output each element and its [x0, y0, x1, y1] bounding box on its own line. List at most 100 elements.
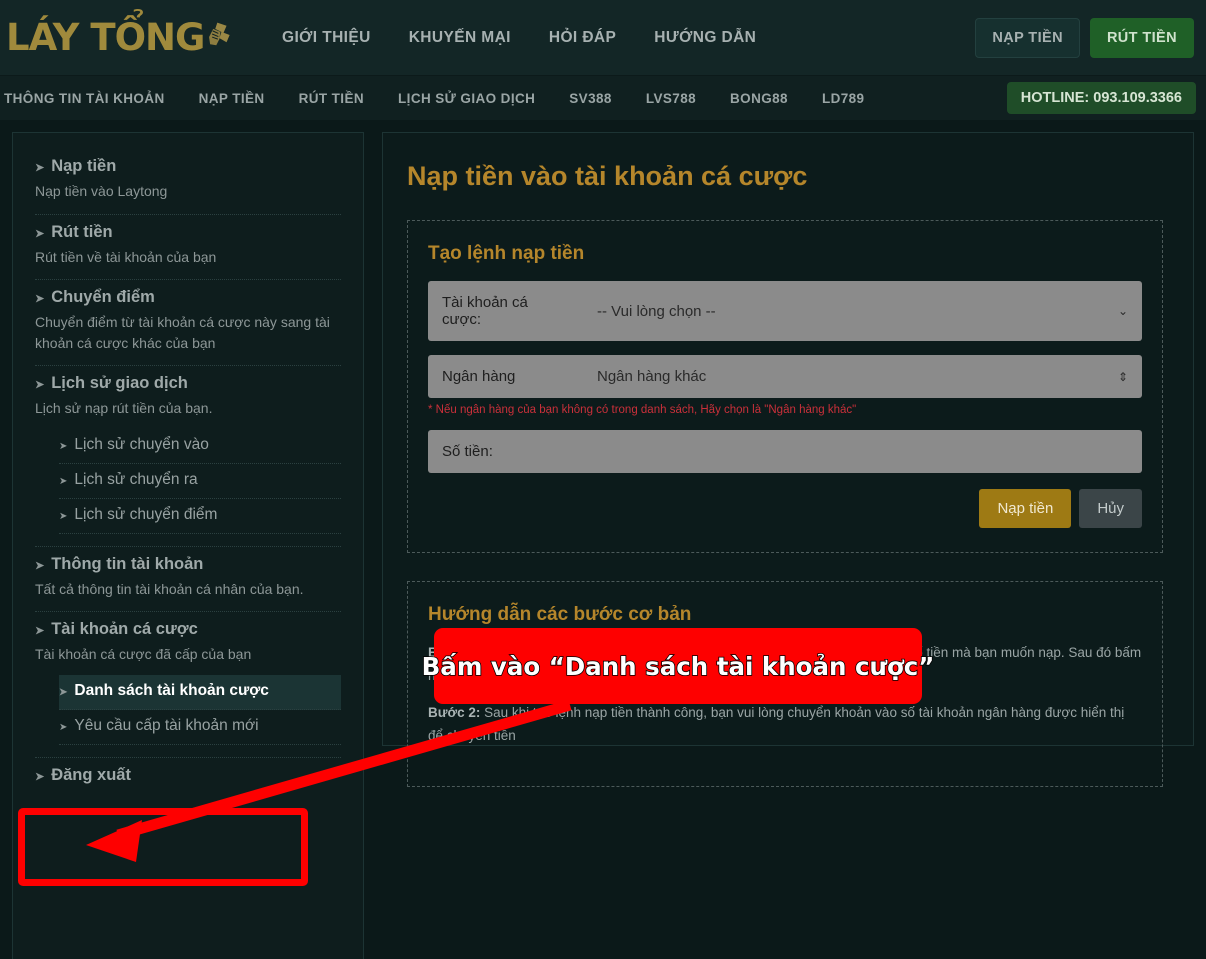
sidebar-block-chuyen-diem[interactable]: ➤ Chuyển điểm Chuyển điểm từ tài khoản c… — [35, 280, 341, 366]
caret-right-icon: ➤ — [59, 686, 68, 698]
sidebar-desc: Lịch sử nạp rút tiền của bạn. — [35, 400, 213, 417]
subnav-item-sv388[interactable]: SV388 — [569, 91, 612, 106]
header-withdraw-button[interactable]: RÚT TIỀN — [1089, 17, 1194, 58]
hotline-badge[interactable]: HOTLINE: 093.109.3366 — [1006, 82, 1196, 114]
sidebar-desc: Nạp tiền vào Laytong — [35, 183, 168, 200]
betting-account-value: -- Vui lòng chọn -- — [597, 302, 716, 320]
sidebar-item-rut-tien[interactable]: ➤ Rút tiền — [35, 221, 341, 243]
amount-field: Số tiền: — [428, 430, 1142, 473]
subnav-item-bong88[interactable]: BONG88 — [730, 91, 788, 106]
sidebar-item-tai-khoan-ca-cuoc[interactable]: ➤ Tài khoản cá cược — [35, 618, 341, 640]
caret-right-icon: ➤ — [35, 162, 45, 174]
account-sidebar: ➤ Nạp tiền Nạp tiền vào Laytong ➤ Rút ti… — [12, 132, 364, 959]
sidebar-subitem-label: Danh sách tài khoản cược — [74, 681, 269, 699]
caret-right-icon: ➤ — [59, 721, 68, 733]
sidebar-subitem-lich-su-chuyen-diem[interactable]: ➤ Lịch sử chuyển điểm — [59, 499, 341, 534]
subnav-item-ld789[interactable]: LD789 — [822, 91, 865, 106]
guide-title: Hướng dẫn các bước cơ bản — [428, 604, 692, 625]
caret-right-icon: ➤ — [35, 559, 45, 572]
sidebar-item-thong-tin-tai-khoan[interactable]: ➤ Thông tin tài khoản — [35, 553, 341, 575]
bank-select[interactable]: Ngân hàng khác ⇕ — [583, 355, 1142, 398]
sidebar-subitem-label: Lịch sử chuyển vào — [74, 435, 209, 453]
main-navigation: GIỚI THIỆU KHUYẾN MẠI HỎI ĐÁP HƯỚNG DẪN — [282, 29, 756, 47]
amount-label: Số tiền: — [428, 430, 583, 473]
cancel-button[interactable]: Hủy — [1079, 489, 1142, 528]
page-content: ➤ Nạp tiền Nạp tiền vào Laytong ➤ Rút ti… — [0, 120, 1206, 959]
caret-right-icon: ➤ — [35, 378, 45, 391]
subnav-item-lich-su-giao-dich[interactable]: LỊCH SỬ GIAO DỊCH — [398, 91, 535, 106]
annotation-callout-text: Bấm vào “Danh sách tài khoản cược” — [421, 651, 935, 682]
form-actions: Nạp tiền Hủy — [428, 489, 1142, 528]
chevron-down-icon: ⌄ — [1117, 304, 1128, 318]
sidebar-title-label: Rút tiền — [51, 222, 113, 241]
logo-text: LÁY TỔNG — [6, 16, 205, 59]
sidebar-subitem-label: Yêu cầu cấp tài khoản mới — [74, 716, 259, 734]
caret-right-icon: ➤ — [59, 440, 68, 452]
betting-account-label: Tài khoản cá cược: — [428, 281, 583, 341]
guide-step-2-prefix: Bước 2: — [428, 704, 481, 720]
page-root: LÁY TỔNG GIỚI THIỆU KHUYẾN MẠI HỎI ĐÁP H… — [0, 0, 1206, 959]
sidebar-block-dang-xuat[interactable]: ➤ Đăng xuất — [35, 758, 341, 798]
caret-right-icon: ➤ — [35, 227, 45, 240]
submit-deposit-button[interactable]: Nạp tiền — [979, 489, 1072, 528]
bank-field: Ngân hàng Ngân hàng khác ⇕ — [428, 355, 1142, 398]
sidebar-title-label: Lịch sử giao dịch — [51, 373, 188, 392]
deposit-form-card: Tạo lệnh nạp tiền Tài khoản cá cược: -- … — [407, 220, 1163, 553]
amount-input[interactable] — [583, 430, 1142, 473]
betting-account-field: Tài khoản cá cược: -- Vui lòng chọn -- ⌄ — [428, 281, 1142, 341]
money-hand-icon — [209, 22, 230, 45]
sidebar-subitem-label: Lịch sử chuyển điểm — [74, 505, 218, 523]
guide-step-2-text: Sau khi tạo lệnh nạp tiền thành công, bạ… — [428, 704, 1125, 743]
sidebar-block-lich-su-giao-dich[interactable]: ➤ Lịch sử giao dịch Lịch sử nạp rút tiền… — [35, 366, 341, 547]
nav-item-gioi-thieu[interactable]: GIỚI THIỆU — [282, 29, 371, 47]
sidebar-block-tai-khoan-ca-cuoc[interactable]: ➤ Tài khoản cá cược Tài khoản cá cược đã… — [35, 612, 341, 758]
sidebar-desc: Tài khoản cá cược đã cấp của bạn — [35, 646, 252, 663]
sidebar-subitem-danh-sach-tai-khoan-cuoc[interactable]: ➤ Danh sách tài khoản cược — [59, 674, 341, 710]
sidebar-desc: Chuyển điểm từ tài khoản cá cược này san… — [35, 314, 330, 351]
stepper-updown-icon: ⇕ — [1117, 369, 1128, 384]
sidebar-desc: Tất cả thông tin tài khoản cá nhân của b… — [35, 580, 304, 597]
site-logo[interactable]: LÁY TỔNG — [0, 0, 230, 75]
annotation-callout: Bấm vào “Danh sách tài khoản cược” — [421, 628, 935, 704]
sidebar-title-label: Tài khoản cá cược — [51, 620, 198, 639]
sidebar-subitem-yeu-cau-cap-tai-khoan-moi[interactable]: ➤ Yêu cầu cấp tài khoản mới — [59, 710, 341, 745]
caret-right-icon: ➤ — [35, 293, 45, 306]
sidebar-block-rut-tien[interactable]: ➤ Rút tiền Rút tiền về tài khoản của bạn — [35, 215, 341, 281]
sidebar-item-chuyen-diem[interactable]: ➤ Chuyển điểm — [35, 286, 341, 308]
caret-right-icon: ➤ — [59, 510, 68, 522]
guide-step-2: Bước 2: Sau khi tạo lệnh nạp tiền thành … — [428, 702, 1142, 748]
deposit-form-title: Tạo lệnh nạp tiền — [428, 243, 585, 264]
subnav-item-thong-tin-tai-khoan[interactable]: THÔNG TIN TÀI KHOẢN — [4, 91, 165, 106]
caret-right-icon: ➤ — [59, 475, 68, 487]
sidebar-title-label: Đăng xuất — [51, 765, 131, 784]
sidebar-block-nap-tien[interactable]: ➤ Nạp tiền Nạp tiền vào Laytong — [35, 149, 341, 215]
sidebar-title-label: Nạp tiền — [51, 157, 117, 175]
sidebar-block-thong-tin-tai-khoan[interactable]: ➤ Thông tin tài khoản Tất cả thông tin t… — [35, 547, 341, 613]
bank-note: * Nếu ngân hàng của bạn không có trong d… — [428, 404, 857, 416]
secondary-navigation: THÔNG TIN TÀI KHOẢN NẠP TIỀN RÚT TIỀN LỊ… — [0, 75, 1206, 120]
betting-account-select[interactable]: -- Vui lòng chọn -- ⌄ — [583, 281, 1142, 341]
secondary-nav-list: THÔNG TIN TÀI KHOẢN NẠP TIỀN RÚT TIỀN LỊ… — [0, 91, 864, 106]
sidebar-submenu: ➤ Lịch sử chuyển vào ➤ Lịch sử chuyển ra… — [59, 429, 341, 534]
page-title: Nạp tiền vào tài khoản cá cược — [407, 161, 808, 191]
sidebar-subitem-lich-su-chuyen-ra[interactable]: ➤ Lịch sử chuyển ra — [59, 464, 341, 499]
nav-item-khuyen-mai[interactable]: KHUYẾN MẠI — [409, 29, 511, 47]
sidebar-item-dang-xuat[interactable]: ➤ Đăng xuất — [35, 764, 341, 786]
site-header: LÁY TỔNG GIỚI THIỆU KHUYẾN MẠI HỎI ĐÁP H… — [0, 0, 1206, 75]
nav-item-hoi-dap[interactable]: HỎI ĐÁP — [549, 29, 616, 47]
sidebar-desc: Rút tiền về tài khoản của bạn — [35, 248, 217, 265]
header-deposit-button[interactable]: NẠP TIỀN — [975, 17, 1080, 58]
sidebar-item-lich-su-giao-dich[interactable]: ➤ Lịch sử giao dịch — [35, 372, 341, 394]
sidebar-subitem-label: Lịch sử chuyển ra — [74, 470, 198, 488]
subnav-item-lvs788[interactable]: LVS788 — [646, 91, 696, 106]
subnav-item-rut-tien[interactable]: RÚT TIỀN — [299, 91, 364, 106]
sidebar-subitem-lich-su-chuyen-vao[interactable]: ➤ Lịch sử chuyển vào — [59, 429, 341, 464]
sidebar-submenu: ➤ Danh sách tài khoản cược ➤ Yêu cầu cấp… — [59, 674, 341, 745]
nav-item-huong-dan[interactable]: HƯỚNG DẪN — [654, 29, 756, 47]
sidebar-item-nap-tien[interactable]: ➤ Nạp tiền — [35, 155, 341, 177]
subnav-item-nap-tien[interactable]: NẠP TIỀN — [199, 91, 265, 106]
sidebar-title-label: Thông tin tài khoản — [51, 554, 204, 573]
bank-label: Ngân hàng — [428, 355, 583, 398]
caret-right-icon: ➤ — [35, 770, 45, 783]
header-actions: NẠP TIỀN RÚT TIỀN — [975, 17, 1194, 58]
